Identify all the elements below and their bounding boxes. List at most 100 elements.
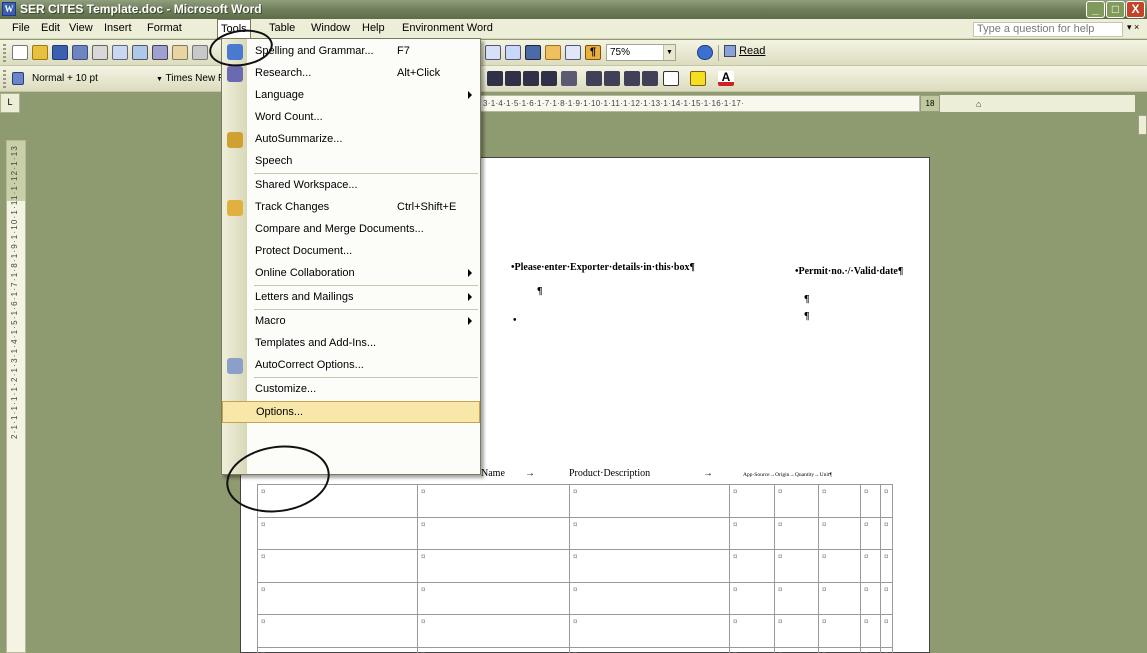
menu-item-macro[interactable]: Macro [222, 311, 480, 333]
table-cell[interactable]: ¤ [774, 516, 819, 550]
table-cell[interactable]: ¤ [880, 614, 893, 648]
menu-file[interactable]: File [12, 22, 30, 34]
borders-icon[interactable] [663, 71, 679, 86]
menu-format[interactable]: Format [147, 22, 182, 34]
new-document-icon[interactable] [12, 45, 28, 60]
header-source-origin-quantity[interactable]: App·Source→Origin→Quantity→Unit¶ [743, 472, 832, 478]
decrease-indent-icon[interactable] [624, 71, 640, 86]
permission-icon[interactable] [72, 45, 88, 60]
menu-item-autocorrect-options[interactable]: AutoCorrect Options... [222, 355, 480, 377]
toolbar-grip[interactable] [3, 70, 6, 88]
table-cell[interactable]: ¤ [569, 484, 730, 518]
table-cell[interactable]: ¤ [729, 581, 775, 615]
table-cell[interactable]: ¤ [860, 614, 881, 648]
columns-icon[interactable] [525, 45, 541, 60]
table-cell[interactable]: ¤ [729, 484, 775, 518]
table-cell[interactable]: ¤ [774, 581, 819, 615]
toolbar-grip[interactable] [3, 44, 6, 62]
font-dropdown-icon[interactable]: ▼ [156, 76, 163, 83]
vertical-scrollbar[interactable] [1138, 115, 1147, 135]
menu-item-track-changes[interactable]: Track Changes Ctrl+Shift+E [222, 197, 480, 219]
exporter-details-text[interactable]: •Please·enter·Exporter·details·in·this·b… [511, 262, 741, 274]
menu-item-compare-and-merge-documents[interactable]: Compare and Merge Documents... [222, 219, 480, 241]
table-cell[interactable]: ¤ [880, 549, 893, 583]
table-cell[interactable]: ¤ [860, 484, 881, 518]
menu-window[interactable]: Window [311, 22, 350, 34]
table-cell[interactable]: ¤ [774, 614, 819, 648]
menu-item-customize[interactable]: Customize... [222, 379, 480, 401]
menu-insert[interactable]: Insert [104, 22, 132, 34]
table-cell[interactable]: ¤ [818, 581, 861, 615]
print-icon[interactable] [92, 45, 108, 60]
save-icon[interactable] [52, 45, 68, 60]
menu-edit[interactable]: Edit [41, 22, 60, 34]
horizontal-ruler[interactable]: 3·1·4·1·5·1·6·1·7·1·8·1·9·1·10·1·11·1·12… [480, 95, 920, 112]
menu-item-online-collaboration[interactable]: Online Collaboration [222, 263, 480, 285]
vertical-ruler[interactable]: 2·1·1·1·1·1·2·1·3·1·4·1·5·1·6·1·7·1·8·1·… [6, 140, 26, 653]
line-spacing-icon[interactable] [561, 71, 577, 86]
table-cell[interactable]: ¤ [569, 581, 730, 615]
numbering-icon[interactable] [586, 71, 602, 86]
bullets-icon[interactable] [604, 71, 620, 86]
table-cell[interactable]: ¤ [417, 516, 570, 550]
show-hide-formatting-icon[interactable]: ¶ [585, 45, 601, 60]
help-options-icon[interactable]: ▾ × [1127, 22, 1139, 33]
menu-item-word-count[interactable]: Word Count... [222, 107, 480, 129]
table-cell[interactable]: ¤ [860, 516, 881, 550]
menu-view[interactable]: View [69, 22, 93, 34]
styles-icon[interactable] [12, 72, 24, 85]
table-cell[interactable]: ¤ [880, 646, 893, 653]
table-cell[interactable]: ¤ [818, 484, 861, 518]
table-cell[interactable]: ¤ [774, 549, 819, 583]
right-indent-marker-icon[interactable]: ⌂ [976, 99, 981, 109]
copy-icon[interactable] [192, 45, 208, 60]
permit-details-text[interactable]: •Permit·no.·/·Valid·date¶ [795, 266, 915, 278]
highlight-icon[interactable] [690, 71, 706, 86]
menu-item-letters-and-mailings[interactable]: Letters and Mailings [222, 287, 480, 309]
align-center-icon[interactable] [505, 71, 521, 86]
read-button[interactable]: Read [724, 45, 765, 58]
table-cell[interactable]: ¤ [257, 516, 418, 550]
header-product-description[interactable]: Product·Description [569, 468, 650, 479]
table-cell[interactable]: ¤ [417, 484, 570, 518]
table-cell[interactable]: ¤ [774, 646, 819, 653]
table-cell[interactable]: ¤ [569, 614, 730, 648]
drawing-icon[interactable] [545, 45, 561, 60]
table-cell[interactable]: ¤ [729, 516, 775, 550]
menu-item-options[interactable]: Options... [222, 401, 480, 423]
zoom-select[interactable]: 75% ▼ [606, 44, 676, 61]
table-cell[interactable]: ¤ [818, 646, 861, 653]
table-cell[interactable]: ¤ [257, 614, 418, 648]
help-search-input[interactable]: Type a question for help [973, 22, 1123, 37]
table-cell[interactable]: ¤ [729, 549, 775, 583]
table-cell[interactable]: ¤ [569, 549, 730, 583]
print-preview-icon[interactable] [112, 45, 128, 60]
menu-help[interactable]: Help [362, 22, 385, 34]
header-name[interactable]: Name [481, 468, 505, 479]
table-cell[interactable]: ¤ [417, 614, 570, 648]
menu-item-language[interactable]: Language [222, 85, 480, 107]
minimize-button[interactable]: _ [1086, 1, 1105, 18]
table-cell[interactable]: ¤ [257, 581, 418, 615]
close-button[interactable]: X [1126, 1, 1145, 18]
tab-selector[interactable]: L [0, 93, 20, 113]
table-cell[interactable]: ¤ [569, 646, 730, 653]
font-select[interactable]: ▼ Times New Roman [152, 70, 226, 87]
menu-item-shared-workspace[interactable]: Shared Workspace... [222, 175, 480, 197]
table-cell[interactable]: ¤ [417, 581, 570, 615]
table-cell[interactable]: ¤ [860, 646, 881, 653]
research-icon[interactable] [152, 45, 168, 60]
table-cell[interactable]: ¤ [880, 516, 893, 550]
table-cell[interactable]: ¤ [818, 516, 861, 550]
insert-table-icon[interactable] [485, 45, 501, 60]
word-app-icon[interactable]: W [2, 2, 16, 16]
table-cell[interactable]: ¤ [818, 614, 861, 648]
menu-environment-word[interactable]: Environment Word [402, 22, 493, 34]
table-cell[interactable]: ¤ [774, 484, 819, 518]
help-icon[interactable] [697, 45, 713, 60]
table-cell[interactable]: ¤ [417, 549, 570, 583]
menu-item-protect-document[interactable]: Protect Document... [222, 241, 480, 263]
table-cell[interactable]: ¤ [880, 484, 893, 518]
table-cell[interactable]: ¤ [257, 646, 418, 653]
maximize-button[interactable]: □ [1106, 1, 1125, 18]
